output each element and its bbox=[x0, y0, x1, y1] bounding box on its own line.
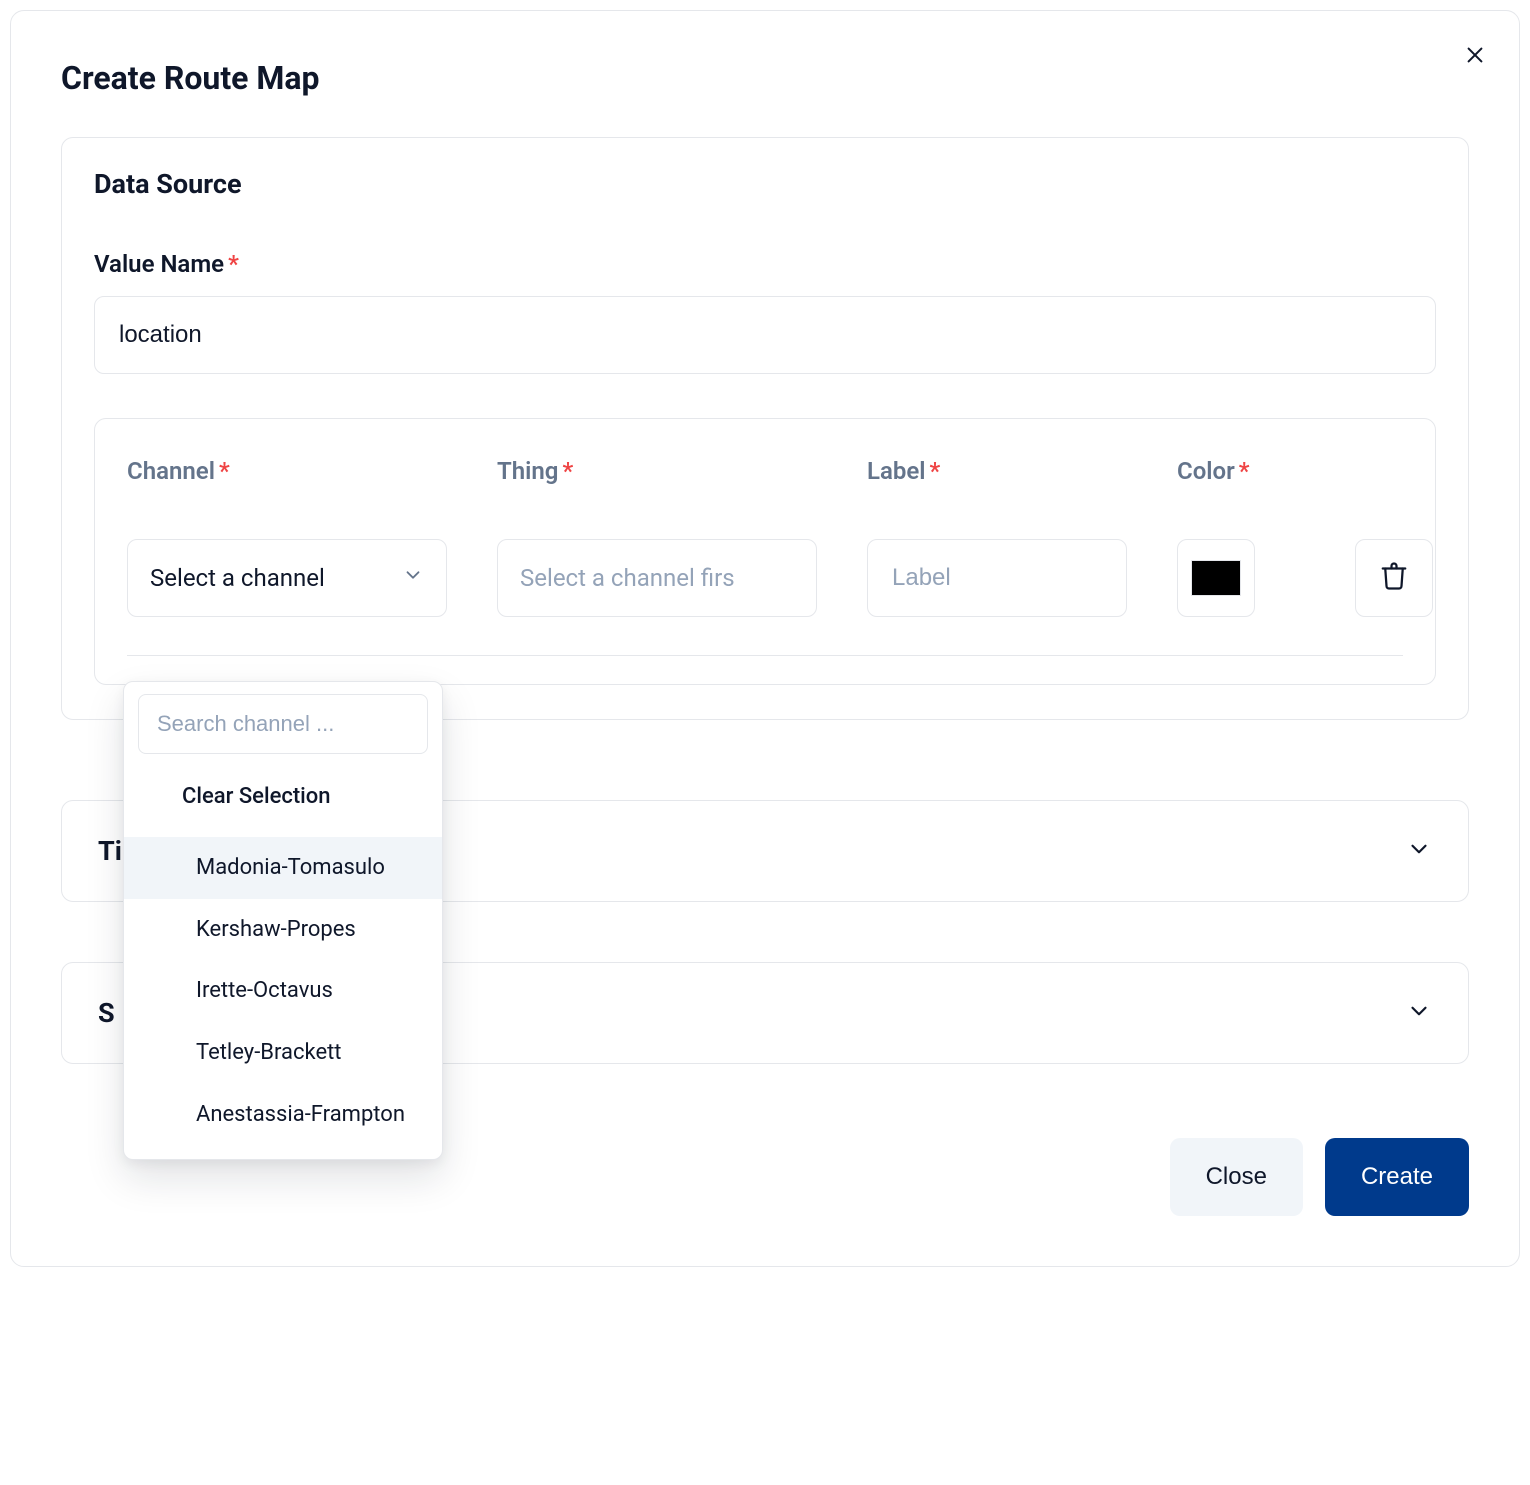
channel-select[interactable]: Select a channel bbox=[127, 539, 447, 617]
close-button[interactable]: Close bbox=[1170, 1138, 1303, 1216]
chevron-down-icon bbox=[1406, 836, 1432, 867]
channel-option[interactable]: Madonia-Tomasulo bbox=[124, 837, 442, 899]
value-name-label-text: Value Name bbox=[94, 250, 224, 278]
column-headers: Channel* Thing* Label* Color* bbox=[127, 457, 1403, 485]
clear-selection[interactable]: Clear Selection bbox=[124, 764, 442, 837]
required-asterisk: * bbox=[930, 457, 941, 485]
chevron-down-icon bbox=[1406, 998, 1432, 1029]
data-source-row-card: Channel* Thing* Label* Color* Select a c… bbox=[94, 418, 1436, 685]
create-button[interactable]: Create bbox=[1325, 1138, 1469, 1216]
channel-search-input[interactable] bbox=[138, 694, 428, 754]
color-swatch bbox=[1191, 560, 1241, 596]
data-source-title: Data Source bbox=[94, 168, 1436, 200]
required-asterisk: * bbox=[219, 457, 230, 485]
required-asterisk: * bbox=[1239, 457, 1250, 485]
value-name-label: Value Name* bbox=[94, 250, 1436, 278]
channel-dropdown: Clear Selection Madonia-Tomasulo Kershaw… bbox=[123, 681, 443, 1160]
create-route-map-modal: Create Route Map Data Source Value Name*… bbox=[10, 10, 1520, 1267]
channel-option[interactable]: Irette-Octavus bbox=[124, 960, 442, 1022]
channel-label-text: Channel bbox=[127, 457, 215, 485]
data-source-panel: Data Source Value Name* Channel* Thing* … bbox=[61, 137, 1469, 720]
thing-select-text: Select a channel firs bbox=[520, 564, 735, 592]
thing-label-text: Thing bbox=[497, 457, 558, 485]
label-input[interactable] bbox=[867, 539, 1127, 617]
color-picker[interactable] bbox=[1177, 539, 1255, 617]
controls-row: Select a channel Select a channel firs bbox=[127, 539, 1403, 617]
value-name-input[interactable] bbox=[94, 296, 1436, 374]
channel-search-wrap bbox=[124, 694, 442, 764]
thing-label: Thing* bbox=[497, 457, 817, 485]
channel-select-text: Select a channel bbox=[150, 564, 325, 592]
required-asterisk: * bbox=[562, 457, 573, 485]
label-label-text: Label bbox=[867, 457, 926, 485]
channel-label: Channel* bbox=[127, 457, 447, 485]
modal-title: Create Route Map bbox=[61, 59, 320, 97]
channel-option[interactable]: Anestassia-Frampton bbox=[124, 1084, 442, 1146]
channel-option[interactable]: Kershaw-Propes bbox=[124, 899, 442, 961]
time-section-title: Ti bbox=[98, 835, 122, 867]
chevron-down-icon bbox=[402, 564, 424, 592]
channel-option[interactable]: Tetley-Brackett bbox=[124, 1022, 442, 1084]
thing-select[interactable]: Select a channel firs bbox=[497, 539, 817, 617]
trash-icon bbox=[1379, 561, 1409, 596]
label-label: Label* bbox=[867, 457, 1127, 485]
settings-section-title: S bbox=[98, 997, 115, 1029]
modal-header: Create Route Map bbox=[61, 35, 1469, 137]
color-label-text: Color bbox=[1177, 457, 1235, 485]
channel-options[interactable]: Madonia-Tomasulo Kershaw-Propes Irette-O… bbox=[124, 837, 442, 1151]
row-divider bbox=[127, 655, 1403, 656]
color-label: Color* bbox=[1177, 457, 1403, 485]
color-trash-group bbox=[1177, 539, 1433, 617]
close-icon[interactable] bbox=[1459, 39, 1491, 71]
required-asterisk: * bbox=[228, 250, 239, 278]
delete-row-button[interactable] bbox=[1355, 539, 1433, 617]
